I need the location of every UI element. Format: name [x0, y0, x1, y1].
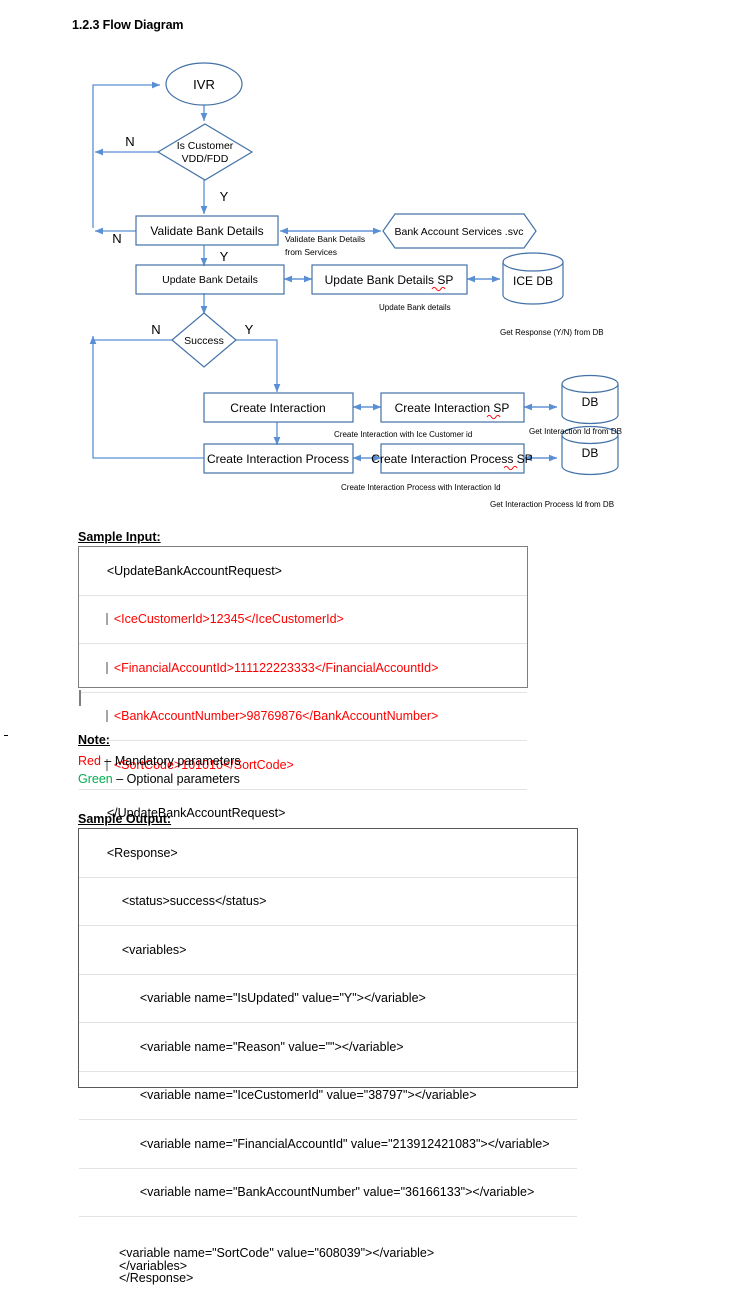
edge-label-is-customer-no: N [125, 134, 134, 149]
edge-label-is-customer-yes: Y [220, 189, 229, 204]
node-is-customer-decision[interactable]: Is Customer VDD/FDD [156, 123, 254, 181]
indent-guide [105, 710, 108, 722]
code-line-text: <variable name="IceCustomerId" value="38… [139, 1088, 477, 1102]
caption-validate-from-services-line2: from Services [285, 247, 337, 257]
connector-success-no [89, 335, 172, 348]
caption-get-response-from-db: Get Response (Y/N) from DB [500, 328, 604, 337]
node-create-interaction-process[interactable]: Create Interaction Process [203, 443, 354, 474]
code-line-text: <variable name="FinancialAccountId" valu… [139, 1136, 550, 1151]
flow-diagram-svg: IVR Is Customer VDD/FDD Validate Bank De… [89, 62, 622, 509]
legend-text-mandatory: – Mandatory parameters [100, 754, 241, 768]
caption-update-bank-details: Update Bank details [379, 303, 451, 312]
node-ice-db-label: ICE DB [513, 274, 553, 288]
document-page: 1.2.3 Flow Diagram IVR Is Customer VDD/F… [0, 0, 752, 1284]
code-line-text: <UpdateBankAccountRequest> [106, 563, 282, 578]
code-line: <variable name="FinancialAccountId" valu… [79, 1120, 577, 1169]
node-update-bank-details-label: Update Bank Details [162, 274, 258, 286]
text-caret [79, 690, 81, 706]
node-update-bank-details-sp[interactable]: Update Bank Details SP [311, 264, 468, 295]
code-line: <variable name="BankAccountNumber" value… [79, 1169, 577, 1217]
code-line: <variables> [79, 926, 577, 975]
node-success-label: Success [184, 335, 224, 347]
node-ice-db[interactable]: ICE DB [502, 252, 564, 305]
connector-cip-return-rail [92, 348, 204, 459]
code-line-text: <variables> [121, 942, 187, 957]
margin-tick-mark [4, 735, 8, 736]
node-create-interaction-sp-label: Create Interaction SP [395, 401, 510, 415]
note-heading: Note: [78, 733, 110, 747]
legend-text-optional: – Optional parameters [112, 772, 240, 786]
note-line-mandatory: Red – Mandatory parameters [78, 752, 498, 770]
node-update-bank-details-sp-label: Update Bank Details SP [325, 273, 454, 287]
code-line: <status>success</status> [79, 878, 577, 926]
note-legend: Red – Mandatory parameters Green – Optio… [78, 752, 498, 788]
connector-return-to-ivr [92, 81, 161, 228]
code-line: <IceCustomerId>12345</IceCustomerId> [79, 596, 527, 644]
node-is-customer-label-line2: VDD/FDD [182, 153, 229, 165]
code-line: <FinancialAccountId>111122223333</Financ… [79, 644, 527, 693]
node-validate-bank-details[interactable]: Validate Bank Details [135, 215, 279, 246]
code-line: <variable name="Reason" value=""></varia… [79, 1023, 577, 1072]
node-create-interaction-sp[interactable]: Create Interaction SP [380, 392, 525, 423]
node-create-interaction-process-label: Create Interaction Process [207, 452, 349, 466]
node-validate-bank-details-label: Validate Bank Details [150, 224, 263, 238]
code-line-text: <variable name="IsUpdated" value="Y"></v… [139, 991, 426, 1005]
code-line: <BankAccountNumber>98769876</BankAccount… [79, 693, 527, 741]
node-success-decision[interactable]: Success [171, 312, 237, 368]
node-db-interaction[interactable]: DB [561, 374, 619, 425]
indent-guide [105, 661, 108, 674]
code-line-text: <status>success</status> [121, 894, 267, 908]
legend-swatch-red: Red [78, 754, 101, 768]
code-line-text: <FinancialAccountId>111122223333</Financ… [113, 660, 439, 675]
caption-get-interaction-process-id-from-db: Get Interaction Process Id from DB [490, 500, 614, 509]
node-db-interaction-process-label: DB [582, 446, 599, 460]
indent-guide [105, 613, 108, 625]
node-is-customer-label-line1: Is Customer [177, 140, 234, 152]
code-line-text: <variable name="BankAccountNumber" value… [139, 1185, 535, 1199]
sample-input-heading: Sample Input: [78, 530, 161, 544]
legend-swatch-green: Green [78, 772, 113, 786]
caption-create-interaction-with-ice: Create Interaction with Ice Customer id [334, 430, 472, 439]
code-line-text: <variable name="Reason" value=""></varia… [139, 1039, 404, 1054]
node-bank-account-services-label: Bank Account Services .svc [395, 226, 524, 238]
code-line-text: <variable name="SortCode" value="608039"… [119, 1246, 435, 1285]
code-line: <UpdateBankAccountRequest> [79, 547, 527, 596]
connector-success-yes [236, 339, 281, 393]
caption-create-interaction-process-with-id: Create Interaction Process with Interact… [341, 483, 501, 492]
code-line-text: <IceCustomerId>12345</IceCustomerId> [113, 612, 344, 626]
edge-label-validate-no: N [112, 231, 121, 246]
spellcheck-underline-icon [486, 414, 501, 420]
edge-label-validate-yes: Y [220, 249, 229, 264]
page-title: 1.2.3 Flow Diagram [72, 18, 184, 32]
code-line: <variable name="IceCustomerId" value="38… [79, 1072, 577, 1120]
node-create-interaction[interactable]: Create Interaction [203, 392, 354, 423]
node-update-bank-details[interactable]: Update Bank Details [135, 264, 285, 295]
node-bank-account-services[interactable]: Bank Account Services .svc [382, 213, 537, 249]
code-line: <variable name="IsUpdated" value="Y"></v… [79, 975, 577, 1023]
node-create-interaction-label: Create Interaction [230, 401, 325, 415]
spellcheck-underline-icon [503, 465, 518, 471]
code-line-text: <Response> [106, 845, 178, 860]
edge-label-success-yes: Y [245, 322, 254, 337]
code-line-text: <BankAccountNumber>98769876</BankAccount… [113, 709, 439, 723]
node-create-interaction-process-sp[interactable]: Create Interaction Process SP [371, 443, 533, 474]
spellcheck-underline-icon [431, 286, 446, 292]
node-ivr[interactable]: IVR [165, 62, 243, 106]
caption-get-interaction-id-from-db: Get Interaction Id from DB [529, 427, 622, 436]
node-create-interaction-process-sp-label: Create Interaction Process SP [371, 452, 532, 466]
edge-label-success-no: N [151, 322, 160, 337]
code-line: <Response> [79, 829, 577, 878]
sample-input-code-block: <UpdateBankAccountRequest> <IceCustomerI… [78, 546, 528, 819]
caption-validate-from-services-line1: Validate Bank Details [285, 234, 365, 244]
node-db-interaction-label: DB [582, 395, 599, 409]
sample-output-code-block: <Response> <status>success</status> <var… [78, 828, 578, 1284]
code-line: <variable name="SortCode" value="608039"… [79, 1217, 577, 1315]
sample-output-heading: Sample Output: [78, 812, 172, 826]
note-line-optional: Green – Optional parameters [78, 770, 498, 788]
node-ivr-label: IVR [193, 77, 215, 92]
flow-diagram: IVR Is Customer VDD/FDD Validate Bank De… [0, 48, 752, 523]
